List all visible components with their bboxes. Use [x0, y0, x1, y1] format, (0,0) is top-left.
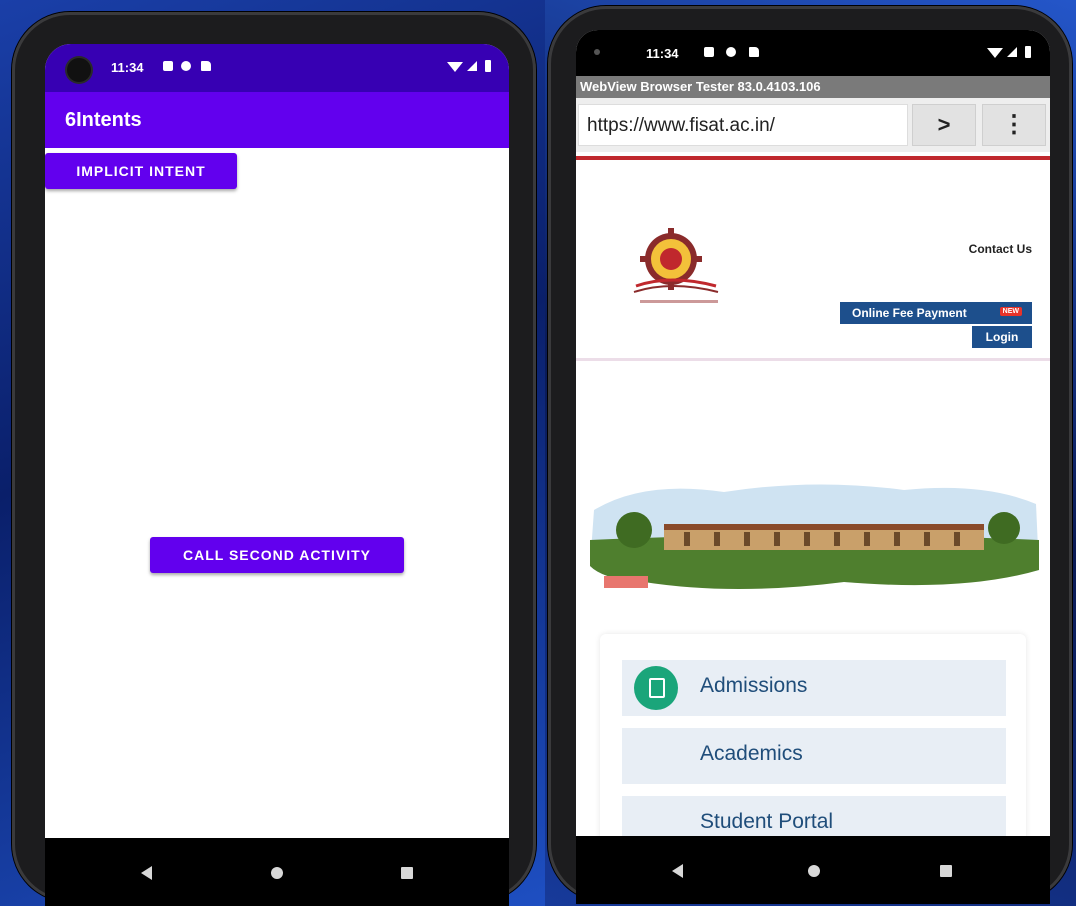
call-second-activity-button[interactable]: CALL SECOND ACTIVITY [150, 537, 404, 573]
url-input[interactable]: https://www.fisat.ac.in/ [578, 104, 908, 146]
left-phone: 11:34 6Intents IMPLICIT INTENT CALL SECO… [12, 12, 536, 906]
nav-bar [576, 836, 1050, 904]
recents-icon[interactable] [940, 865, 952, 877]
sync-icon [181, 61, 191, 71]
sync-icon [726, 47, 736, 57]
overflow-menu-icon[interactable]: ⋮ [982, 104, 1046, 146]
status-bar: 11:34 [45, 44, 509, 92]
home-icon[interactable] [271, 867, 283, 879]
sd-card-icon [201, 61, 211, 71]
browser-title: WebView Browser Tester 83.0.4103.106 [580, 79, 821, 94]
url-text: https://www.fisat.ac.in/ [587, 115, 775, 136]
home-icon[interactable] [808, 865, 820, 877]
document-check-icon [634, 666, 678, 710]
menu-label-student-portal: Student Portal [700, 810, 834, 833]
menu-item-admissions[interactable]: Admissions [622, 660, 1006, 716]
notification-icon [704, 47, 714, 57]
contact-us-link[interactable]: Contact Us [969, 242, 1032, 256]
back-icon[interactable] [672, 864, 683, 878]
menu-item-student-portal[interactable]: Student Portal [622, 796, 1006, 836]
right-phone: 11:34 WebView Browser Tester 83.0.4103.1… [548, 6, 1072, 904]
right-screen: 11:34 WebView Browser Tester 83.0.4103.1… [576, 30, 1050, 836]
status-bar: 11:34 [576, 30, 1050, 76]
header-divider [576, 358, 1050, 361]
campus-banner-image [584, 470, 1044, 600]
app-toolbar: 6Intents [45, 92, 509, 148]
sd-card-icon [749, 47, 759, 57]
left-screen: 11:34 6Intents IMPLICIT INTENT CALL SECO… [45, 44, 509, 870]
nav-bar [45, 838, 509, 906]
recents-icon[interactable] [401, 867, 413, 879]
college-logo [616, 224, 736, 314]
implicit-intent-button[interactable]: IMPLICIT INTENT [45, 153, 237, 189]
wifi-icon [447, 62, 463, 72]
signal-icon [467, 61, 477, 71]
wifi-icon [987, 48, 1003, 58]
fee-label: Online Fee Payment [852, 306, 967, 320]
battery-icon [485, 60, 491, 72]
new-badge: NEW [999, 307, 1022, 316]
menu-label-academics: Academics [700, 742, 803, 765]
go-button[interactable]: > [912, 104, 976, 146]
nav-card: Admissions Academics Student Portal [600, 634, 1026, 836]
address-bar: https://www.fisat.ac.in/ > ⋮ [576, 98, 1050, 152]
status-time: 11:34 [646, 46, 679, 61]
signal-icon [1007, 47, 1017, 57]
back-icon[interactable] [141, 866, 152, 880]
notification-icon [163, 61, 173, 71]
menu-label-admissions: Admissions [700, 674, 808, 697]
login-button[interactable]: Login [972, 326, 1032, 348]
status-time: 11:34 [111, 60, 144, 75]
camera-icon [67, 58, 91, 82]
app-title: 6Intents [65, 109, 142, 131]
battery-icon [1025, 46, 1031, 58]
camera-dot-icon [594, 49, 600, 55]
menu-item-academics[interactable]: Academics [622, 728, 1006, 784]
browser-title-bar: WebView Browser Tester 83.0.4103.106 [576, 76, 1050, 98]
online-fee-payment-button[interactable]: Online Fee Payment NEW [840, 302, 1032, 324]
site-header: Contact Us Online Fee Payment NEW Login [576, 160, 1050, 356]
